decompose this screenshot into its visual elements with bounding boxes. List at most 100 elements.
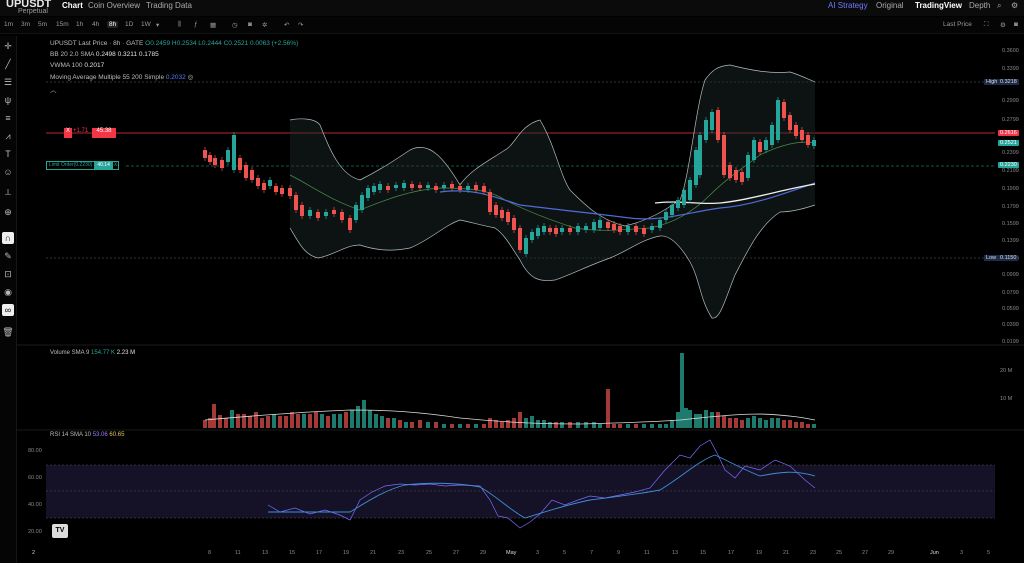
candle-body [568,228,572,232]
date-axis-label: 5 [563,550,567,556]
candle-body [308,210,312,216]
rsi-legend[interactable]: RSI 14 SMA 10 53.06 60.65 [50,432,124,438]
position-flag[interactable]: X +1.71 45.38 [64,128,124,138]
candle-body [794,125,798,136]
candle-body [262,183,266,190]
candle-body [698,135,702,175]
candle-body [256,178,260,186]
candle-body [394,185,398,188]
candle-body [402,183,406,188]
candle-body [612,224,616,230]
candle-body [434,186,438,190]
date-axis-label: 21 [370,550,377,556]
candle-body [378,184,382,190]
price-chart[interactable] [0,0,1024,563]
candle-body [722,135,726,175]
candle-body [474,185,478,190]
price-axis-label: 0.2199 [1002,168,1019,174]
limit-order-close[interactable]: X [111,161,120,170]
candle-body [220,160,224,168]
candle-body [688,180,692,200]
candle-body [324,212,328,216]
rsi-label: RSI 14 SMA 10 [50,432,92,438]
candle-body [598,220,602,228]
candle-body [530,232,534,240]
rsi-axis-40: 40.00 [28,502,42,508]
candle-body [560,228,564,232]
date-axis-label: 7 [590,550,594,556]
date-axis-label: 27 [862,550,869,556]
candle-body [752,140,756,160]
rsi-axis-20: 20.00 [28,529,42,535]
date-axis-label: 17 [316,550,323,556]
candle-body [704,120,708,140]
candle-body [658,220,662,228]
candle-body [274,186,278,192]
candle-body [232,135,236,170]
flag-close[interactable]: X [64,128,72,138]
candle-body [764,140,768,150]
candle-body [728,165,732,178]
candle-body [482,186,486,192]
candle-body [450,184,454,188]
date-axis-label: 3 [536,550,540,556]
price-axis-label: 0.2999 [1002,98,1019,104]
candle-body [524,238,528,254]
candle-body [800,130,804,140]
candle-body [536,228,540,236]
limit-price-tag: 0.2230 [998,162,1019,168]
candle-body [250,170,254,180]
candle-body [244,165,248,178]
low-tag-label: Low [984,255,999,261]
candle-body [512,218,516,230]
limit-order-line[interactable]: Limit Order(0.2230) 40.14 X [46,161,120,170]
price-axis-label: 0.0999 [1002,272,1019,278]
candle-body [488,192,492,212]
candle-body [208,155,212,162]
candle-body [812,140,816,146]
candle-body [592,222,596,230]
date-axis-label: 25 [836,550,843,556]
volume-value-2: 2.23 M [116,350,136,356]
candle-body [518,228,522,250]
price-axis-label: 0.1799 [1002,204,1019,210]
date-axis-label: 11 [644,550,650,556]
date-axis-label: 29 [888,550,895,556]
date-axis-label: 13 [672,550,679,556]
date-axis-label: 3 [960,550,964,556]
date-axis-label: 23 [810,550,817,556]
date-axis-label: 25 [426,550,433,556]
price-axis-label: 0.2799 [1002,117,1019,123]
candle-body [294,195,298,210]
date-axis-label: 27 [453,550,460,556]
candle-body [782,102,786,118]
price-axis-label: 0.0199 [1002,339,1019,345]
candle-body [426,185,430,188]
price-axis-label: 0.0799 [1002,290,1019,296]
bottom-page-indicator[interactable]: 2 [32,550,35,556]
current-price-green: 0.2521 [998,140,1019,146]
rsi-sma-value: 60.65 [109,432,125,438]
candle-body [682,190,686,205]
volume-label: Volume SMA 9 [50,350,90,356]
candle-body [366,188,370,198]
date-axis-label: 9 [617,550,621,556]
flag-value: 45.38 [92,128,116,138]
candle-body [758,142,762,152]
price-axis-label: 0.0399 [1002,322,1019,328]
price-axis-label: 0.3600 [1002,48,1019,54]
price-axis-label: 0.2399 [1002,150,1019,156]
date-axis-label: 19 [343,550,350,556]
candle-body [280,188,284,194]
candle-body [410,184,414,188]
candle-body [226,150,230,162]
candle-body [372,186,376,192]
candle-body [466,186,470,190]
date-axis-label: 8 [208,550,212,556]
rsi-axis-80: 80.00 [28,448,42,454]
candle-body [340,212,344,220]
limit-order-label: Limit Order(0.2230) [46,161,96,170]
volume-legend[interactable]: Volume SMA 9 154.77 K 2.23 M [50,350,135,356]
candle-body [618,226,622,232]
candle-body [642,228,646,234]
